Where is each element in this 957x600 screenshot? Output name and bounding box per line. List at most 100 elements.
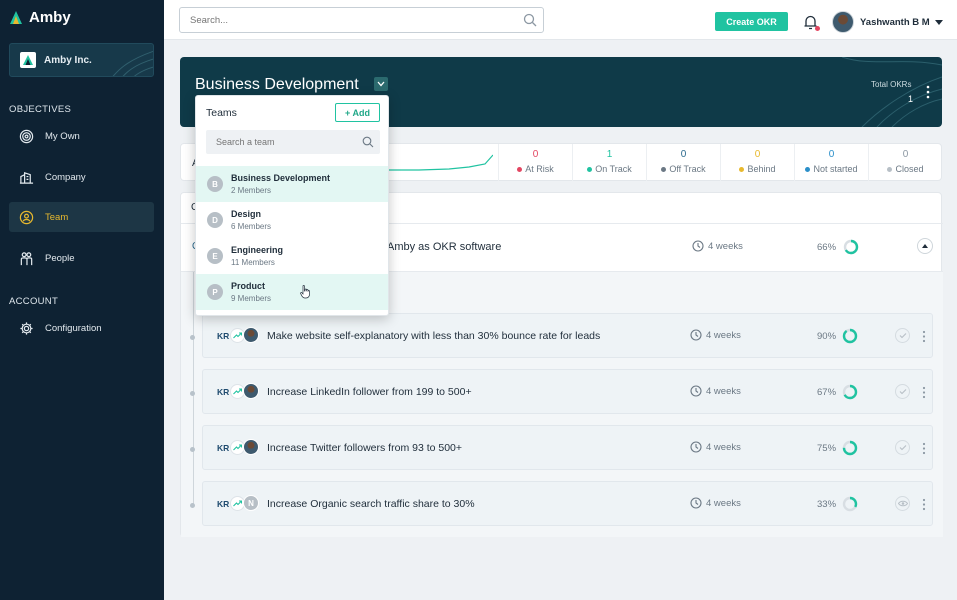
duration-text: 4 weeks [706,385,741,397]
team-switcher-chevron-down-icon[interactable] [374,77,388,91]
duration-text: 4 weeks [706,329,741,341]
team-avatar: B [207,176,223,192]
team-title[interactable]: Business Development [195,76,359,94]
create-okr-button[interactable]: Create OKR [715,12,788,31]
sidebar-item-my-own[interactable]: My Own [9,121,154,151]
more-vertical-icon[interactable] [922,498,926,511]
tree-connector [193,272,194,504]
kr-badge: KR [217,443,230,453]
key-result-row[interactable]: KR Increase LinkedIn follower from 199 t… [202,369,933,414]
stat-label: Off Track [669,164,706,174]
team-avatar: D [207,212,223,228]
team-avatar: E [207,248,223,264]
team-name: Business Development [231,173,331,183]
stat-closed[interactable]: 0 Closed [868,144,942,181]
decorative-waves-icon [112,50,153,76]
clock-icon [690,441,702,453]
decorative-waves-icon [841,57,942,127]
more-vertical-icon[interactable] [926,85,930,99]
owner-avatar[interactable] [243,327,259,343]
status-dot-icon [805,166,811,172]
owner-avatar[interactable] [243,439,259,455]
user-menu-chevron-down-icon[interactable] [935,20,943,25]
check-icon [899,445,906,451]
total-okrs-label: Total OKRs [871,80,912,89]
sidebar-item-people[interactable]: People [9,243,154,273]
more-vertical-icon[interactable] [922,442,926,455]
sidebar-item-team[interactable]: Team [9,202,154,232]
key-result-row[interactable]: KR Increase Twitter followers from 93 to… [202,425,933,470]
check-button[interactable] [895,384,910,399]
sidebar-item-label: Company [45,171,86,183]
sidebar: Amby Amby Inc. OBJECTIVES My Own Company… [0,0,164,600]
stat-value: 0 [532,149,539,160]
check-icon [899,333,906,339]
key-result-row[interactable]: KR Make website self-explanatory with le… [202,313,933,358]
user-name[interactable]: Yashwanth B M [860,17,930,28]
objective-title[interactable]: Amby as OKR software [387,241,501,253]
progress-ring-fill [842,328,858,344]
target-icon [19,129,34,143]
kr-duration: 4 weeks [690,497,741,509]
status-dot-icon [887,166,893,172]
collapse-button[interactable] [917,238,933,254]
owner-avatar[interactable]: N [243,495,259,511]
key-result-row[interactable]: KR N Increase Organic search traffic sha… [202,481,933,526]
stat-not-started[interactable]: 0 Not started [794,144,868,181]
add-team-button[interactable]: + Add [335,103,380,122]
stat-off-track[interactable]: 0 Off Track [646,144,720,181]
more-vertical-icon[interactable] [922,330,926,343]
brand-logo[interactable]: Amby [9,9,71,26]
team-name: Engineering [231,245,284,255]
team-option-product[interactable]: P Product 9 Members [196,274,388,310]
stat-at-risk[interactable]: 0 At Risk [498,144,572,181]
search-icon [362,136,374,148]
search-icon[interactable] [523,13,537,27]
user-avatar[interactable] [832,11,854,33]
status-dot-icon [587,166,593,172]
team-option-design[interactable]: D Design 6 Members [196,202,388,238]
objective-duration: 4 weeks [692,240,743,252]
team-dropdown: Teams + Add B Business Development 2 Mem… [195,95,389,316]
key-result-title[interactable]: Make website self-explanatory with less … [267,330,600,342]
tree-node-dot [190,335,195,340]
progress-ring [842,440,858,456]
objective-progress-text: 66% [817,242,837,253]
progress-ring [843,239,859,255]
people-icon [20,251,33,265]
kr-badge: KR [217,331,230,341]
view-button[interactable] [895,496,910,511]
status-dot-icon [517,166,523,172]
key-result-title[interactable]: Increase LinkedIn follower from 199 to 5… [267,386,472,398]
progress-sparkline [389,154,493,171]
stat-on-track[interactable]: 1 On Track [572,144,646,181]
stat-value: 0 [754,149,761,160]
team-member-count: 6 Members [231,222,272,231]
team-option-engineering[interactable]: E Engineering 11 Members [196,238,388,274]
progress-ring [842,496,858,512]
duration-text: 4 weeks [708,240,743,252]
stat-label: On Track [595,164,632,174]
tree-node-dot [190,391,195,396]
team-option-business-development[interactable]: B Business Development 2 Members [196,166,388,202]
check-button[interactable] [895,440,910,455]
tree-node-dot [190,447,195,452]
kr-progress-text: 75% [817,443,837,454]
key-result-title[interactable]: Increase Organic search traffic share to… [267,498,475,510]
sidebar-item-configuration[interactable]: Configuration [9,313,154,343]
team-member-count: 11 Members [231,258,275,267]
more-vertical-icon[interactable] [922,386,926,399]
stat-value: 1 [606,149,613,160]
stat-behind[interactable]: 0 Behind [720,144,794,181]
stat-label: Closed [895,164,924,174]
check-button[interactable] [895,328,910,343]
brand-name: Amby [29,9,71,26]
owner-avatar[interactable] [243,383,259,399]
dropdown-title: Teams [206,107,237,119]
org-switcher[interactable]: Amby Inc. [9,43,154,77]
sidebar-item-company[interactable]: Company [9,162,154,192]
top-bar: Create OKR Yashwanth B M [164,0,957,40]
search-input[interactable] [179,7,544,33]
team-search-input[interactable] [206,130,380,154]
key-result-title[interactable]: Increase Twitter followers from 93 to 50… [267,442,462,454]
